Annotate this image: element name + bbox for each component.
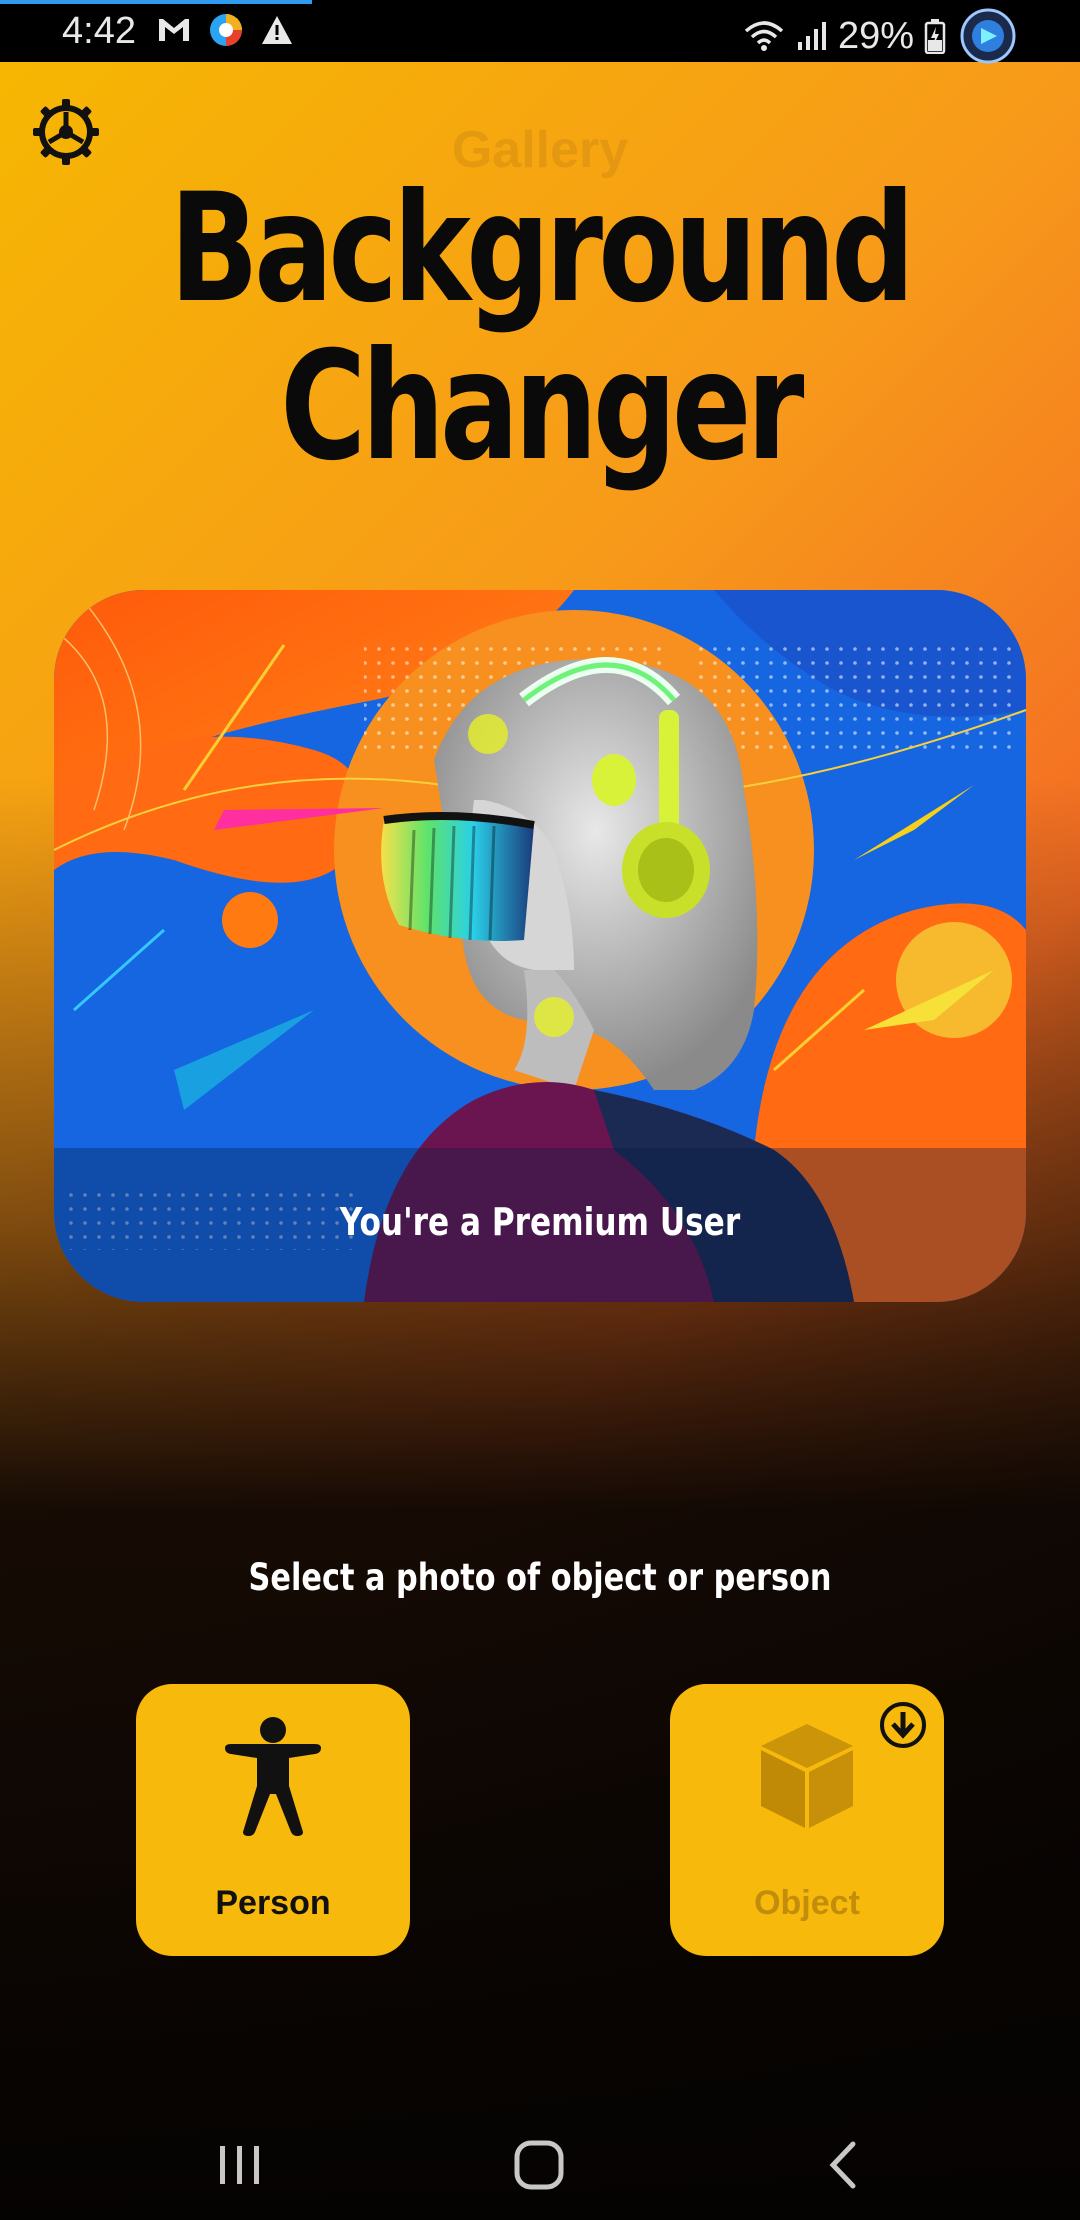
- back-icon: [829, 2141, 856, 2189]
- recent-apps-button[interactable]: [200, 2130, 280, 2200]
- notification-icons: [156, 12, 294, 48]
- recent-apps-icon: [220, 2146, 259, 2184]
- premium-hero-card[interactable]: You're a Premium User: [54, 590, 1026, 1302]
- battery-percent: 29%: [837, 14, 914, 57]
- person-button[interactable]: Person: [136, 1684, 410, 1956]
- app-title-line2: Changer: [280, 320, 804, 494]
- warning-icon: [262, 16, 292, 44]
- gear-icon: [33, 99, 99, 165]
- object-button[interactable]: Object: [670, 1684, 944, 1956]
- status-right-area: 29%: [742, 8, 1020, 64]
- cube-icon: [761, 1724, 853, 1828]
- premium-caption: You're a Premium User: [339, 1200, 741, 1244]
- select-photo-prompt: Select a photo of object or person: [248, 1556, 832, 1599]
- person-button-label: Person: [215, 1884, 331, 1922]
- person-icon: [225, 1717, 321, 1836]
- app-colorful-icon: [210, 14, 242, 46]
- download-icon[interactable]: [878, 1700, 928, 1750]
- settings-button[interactable]: [30, 96, 102, 168]
- signal-icon: [797, 22, 826, 50]
- home-button[interactable]: [500, 2130, 580, 2200]
- battery-icon: [924, 19, 946, 54]
- object-button-label: Object: [754, 1884, 860, 1922]
- back-button[interactable]: [805, 2130, 885, 2200]
- status-bar: 4:42 29%: [0, 0, 1080, 64]
- status-progress-bar: [0, 0, 312, 4]
- app-title: Background Changer: [119, 170, 961, 486]
- system-navigation-bar: [0, 2110, 1080, 2220]
- home-icon: [514, 2140, 564, 2190]
- status-time: 4:42: [62, 10, 136, 52]
- app-title-line1: Background: [169, 162, 915, 336]
- wifi-icon: [744, 21, 784, 51]
- app-overlay-icon[interactable]: [956, 8, 1020, 64]
- gmail-icon: [159, 19, 189, 41]
